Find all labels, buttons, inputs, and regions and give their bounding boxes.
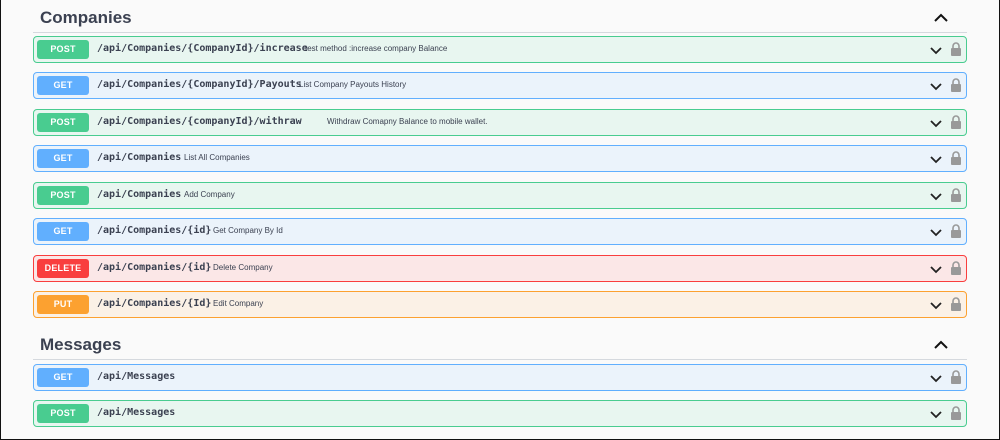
method-badge: POST (37, 40, 89, 59)
chevron-down-icon[interactable] (930, 226, 942, 238)
lock-icon[interactable] (950, 261, 962, 275)
chevron-down-icon[interactable] (930, 80, 942, 92)
endpoint-summary: Edit Company (213, 299, 264, 308)
chevron-down-icon[interactable] (930, 299, 942, 311)
chevron-down-icon[interactable] (930, 44, 942, 56)
endpoint-summary: Get Company By Id (213, 226, 283, 235)
method-badge: GET (37, 368, 89, 387)
operation-row[interactable]: GET /api/Companies/{id} Get Company By I… (33, 218, 967, 245)
endpoint-summary: test method :increase company Balance (305, 44, 448, 53)
endpoint-summary: List Company Payouts History (299, 80, 407, 89)
endpoint-path: /api/Companies (97, 189, 182, 200)
endpoint-path: /api/Companies/{companyId}/withraw (97, 116, 302, 127)
chevron-down-icon[interactable] (930, 190, 942, 202)
endpoint-summary: Add Company (184, 190, 235, 199)
endpoint-path: /api/Companies/{CompanyId}/increase (97, 43, 308, 54)
operation-row[interactable]: DELETE /api/Companies/{id} Delete Compan… (33, 255, 967, 282)
endpoint-summary: Delete Company (213, 263, 273, 272)
chevron-down-icon[interactable] (930, 372, 942, 384)
endpoint-summary: List All Companies (184, 153, 250, 162)
chevron-up-icon[interactable] (931, 8, 951, 28)
endpoint-summary: Withdraw Comapny Balance to mobile walle… (327, 117, 488, 126)
endpoint-path: /api/Messages (97, 407, 176, 418)
operation-row[interactable]: POST /api/Companies/{companyId}/withraw … (33, 109, 967, 136)
lock-icon[interactable] (950, 188, 962, 202)
section-title: Companies (40, 8, 132, 27)
operation-row[interactable]: GET /api/Companies/{CompanyId}/Payouts L… (33, 72, 967, 99)
chevron-down-icon[interactable] (930, 408, 942, 420)
endpoint-path: /api/Companies/{id} (97, 262, 212, 273)
operation-row[interactable]: POST /api/Messages (33, 400, 967, 427)
section-title: Messages (40, 335, 122, 354)
method-badge: GET (37, 149, 89, 168)
lock-icon[interactable] (950, 297, 962, 311)
endpoint-path: /api/Companies/{id} (97, 225, 212, 236)
chevron-down-icon[interactable] (930, 117, 942, 129)
chevron-down-icon[interactable] (930, 263, 942, 275)
operation-row[interactable]: PUT /api/Companies/{Id} Edit Company (33, 291, 967, 318)
lock-icon[interactable] (950, 42, 962, 56)
lock-icon[interactable] (950, 370, 962, 384)
lock-icon[interactable] (950, 406, 962, 420)
endpoint-path: /api/Companies (97, 152, 182, 163)
method-badge: POST (37, 113, 89, 132)
section-header-messages[interactable]: Messages (33, 329, 967, 360)
lock-icon[interactable] (950, 224, 962, 238)
chevron-up-icon[interactable] (931, 335, 951, 355)
lock-icon[interactable] (950, 151, 962, 165)
operation-row[interactable]: POST /api/Companies/{CompanyId}/increase… (33, 36, 967, 63)
method-badge: POST (37, 186, 89, 205)
endpoint-path: /api/Companies/{CompanyId}/Payouts (97, 79, 302, 90)
method-badge: POST (37, 404, 89, 423)
operation-row[interactable]: GET /api/Companies List All Companies (33, 145, 967, 172)
endpoint-path: /api/Companies/{Id} (97, 298, 212, 309)
method-badge: GET (37, 222, 89, 241)
lock-icon[interactable] (950, 115, 962, 129)
chevron-down-icon[interactable] (930, 153, 942, 165)
method-badge: GET (37, 76, 89, 95)
method-badge: PUT (37, 295, 89, 314)
method-badge: DELETE (37, 259, 89, 278)
section-header-companies[interactable]: Companies (33, 2, 967, 33)
operation-row[interactable]: GET /api/Messages (33, 364, 967, 391)
lock-icon[interactable] (950, 78, 962, 92)
operation-row[interactable]: POST /api/Companies Add Company (33, 182, 967, 209)
endpoint-path: /api/Messages (97, 371, 176, 382)
